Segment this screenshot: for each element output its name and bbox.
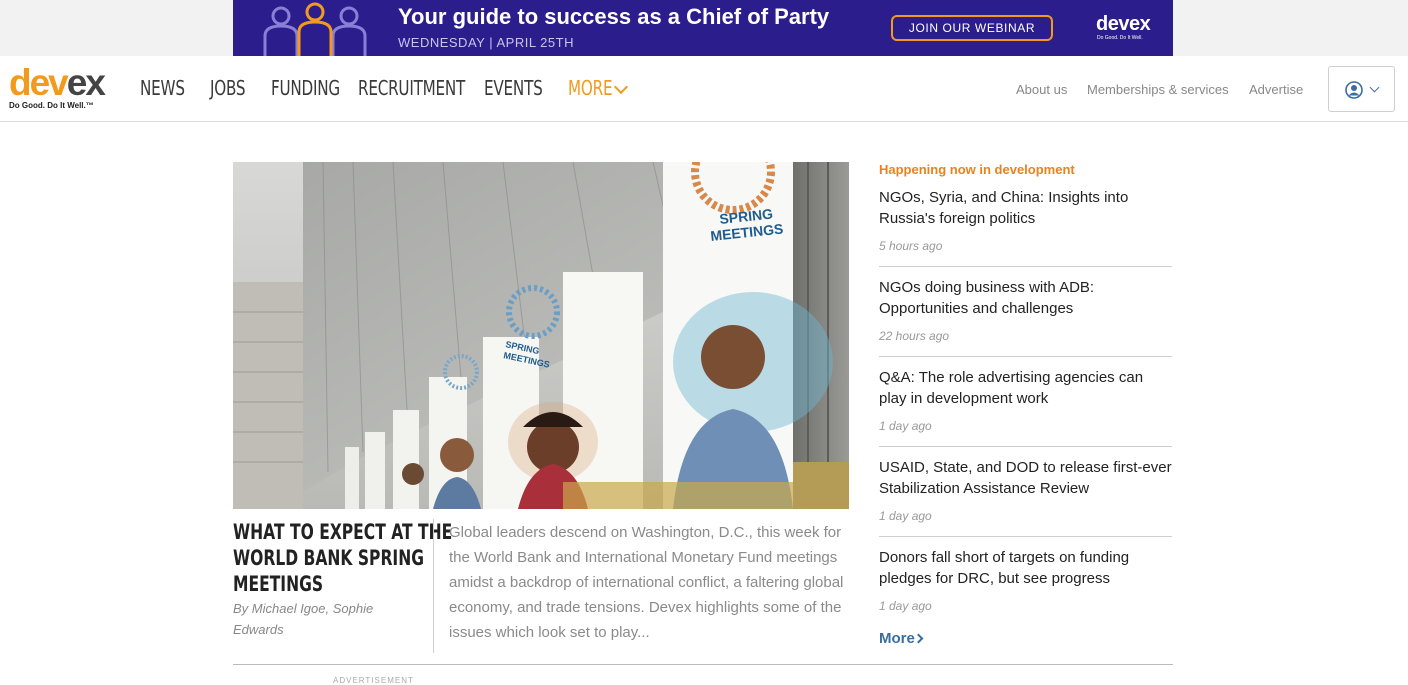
news-item-time: 1 day ago — [879, 419, 932, 433]
news-item-time: 22 hours ago — [879, 329, 950, 343]
logo-dev: dev — [9, 62, 69, 103]
devex-logo[interactable]: devex Do Good. Do It Well.™ — [9, 64, 119, 112]
divider — [879, 536, 1172, 537]
nav-jobs[interactable]: JOBS — [210, 76, 257, 104]
people-icon — [263, 2, 367, 56]
join-webinar-button[interactable]: JOIN OUR WEBINAR — [891, 15, 1053, 41]
article-byline: By Michael Igoe, Sophie Edwards — [233, 601, 374, 637]
news-list-item[interactable]: USAID, State, and DOD to release first-e… — [879, 457, 1172, 523]
article-title-line: MEETINGS — [233, 572, 324, 596]
news-list-item[interactable]: NGOs doing business with ADB: Opportunit… — [879, 277, 1172, 343]
news-item-title[interactable]: NGOs doing business with ADB: Opportunit… — [879, 277, 1172, 319]
memberships-link[interactable]: Memberships & services — [1087, 82, 1229, 97]
advertisement-label: ADVERTISEMENT — [333, 676, 414, 685]
logo-ex: ex — [66, 62, 106, 103]
nav-funding[interactable]: FUNDING — [271, 76, 362, 104]
ad-headline: Your guide to success as a Chief of Part… — [398, 4, 830, 29]
user-menu-button[interactable] — [1328, 66, 1395, 112]
ad-date: WEDNESDAY | APRIL 25TH — [398, 35, 574, 50]
article-summary: Global leaders descend on Washington, D.… — [449, 524, 844, 641]
ad-logo-tagline: Do Good. Do It Well. — [1097, 35, 1143, 41]
ad-devex-logo: devex — [1096, 13, 1151, 35]
advertise-link[interactable]: Advertise — [1249, 82, 1303, 97]
nav-more[interactable]: MORE — [568, 76, 630, 104]
user-circle-icon — [1345, 81, 1363, 99]
spring-meetings-photo: SPRING MEETINGS SPRING MEETINGS — [233, 162, 849, 509]
news-list-item[interactable]: NGOs, Syria, and China: Insights into Ru… — [879, 187, 1172, 253]
news-item-time: 1 day ago — [879, 599, 932, 613]
news-item-time: 1 day ago — [879, 509, 932, 523]
divider — [233, 664, 1173, 665]
site-header: devex Do Good. Do It Well.™ NEWS JOBS FU… — [0, 56, 1408, 122]
about-us-link[interactable]: About us — [1016, 82, 1067, 97]
news-item-title[interactable]: Donors fall short of targets on funding … — [879, 547, 1172, 589]
divider — [879, 446, 1172, 447]
webinar-ad-banner[interactable]: Your guide to success as a Chief of Part… — [233, 0, 1173, 56]
article-title-line: WORLD BANK SPRING — [233, 546, 424, 570]
sidebar-heading: Happening now in development — [879, 162, 1075, 177]
news-item-title[interactable]: USAID, State, and DOD to release first-e… — [879, 457, 1172, 499]
article-title-line: WHAT TO EXPECT AT THE — [233, 520, 453, 544]
nav-recruitment[interactable]: RECRUITMENT — [358, 76, 499, 104]
news-item-title[interactable]: NGOs, Syria, and China: Insights into Ru… — [879, 187, 1172, 229]
divider — [879, 356, 1172, 357]
divider — [879, 266, 1172, 267]
nav-news[interactable]: NEWS — [140, 76, 199, 104]
more-news-link[interactable]: More — [879, 630, 915, 647]
news-list-item[interactable]: Donors fall short of targets on funding … — [879, 547, 1172, 613]
chevron-down-icon — [613, 79, 629, 95]
news-item-title[interactable]: Q&A: The role advertising agencies can p… — [879, 367, 1172, 409]
article-title[interactable]: WHAT TO EXPECT AT THE WORLD BANK SPRING … — [233, 519, 452, 597]
chevron-right-icon — [913, 633, 924, 644]
nav-events[interactable]: EVENTS — [484, 76, 561, 104]
news-list-item[interactable]: Q&A: The role advertising agencies can p… — [879, 367, 1172, 433]
news-item-time: 5 hours ago — [879, 239, 943, 253]
hero-image[interactable]: SPRING MEETINGS SPRING MEETINGS — [233, 162, 849, 509]
chevron-down-icon — [1369, 82, 1380, 93]
divider — [433, 519, 434, 653]
